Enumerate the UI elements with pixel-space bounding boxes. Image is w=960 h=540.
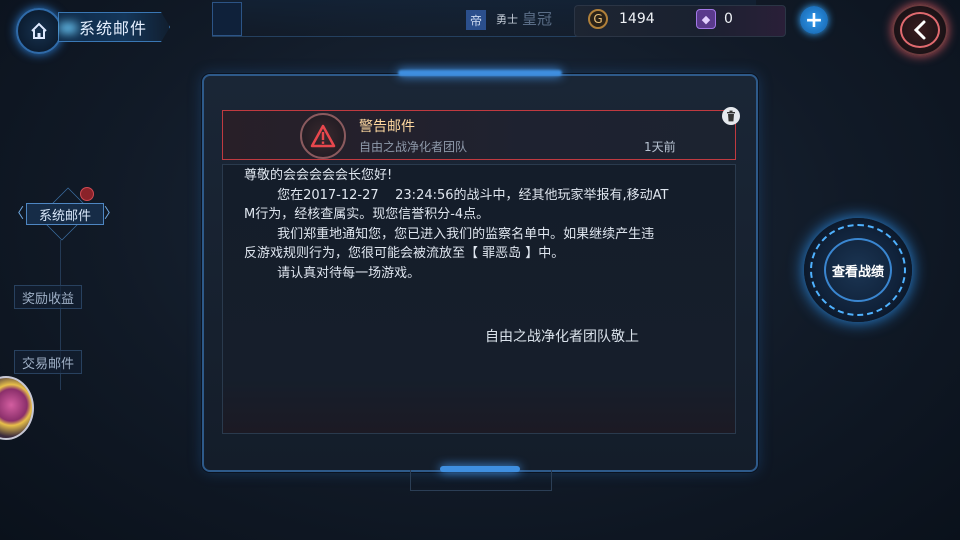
warning-icon xyxy=(310,124,336,148)
gem-icon: ◆ xyxy=(696,9,716,29)
rank-title-faded: 皇冠 xyxy=(522,10,553,28)
title-glow xyxy=(59,23,77,33)
gold-amount: 1494 xyxy=(619,11,655,27)
sidebar-item-label: 交易邮件 xyxy=(14,350,82,374)
rank-title: 勇士 xyxy=(496,13,518,26)
gold-coin-icon: G xyxy=(588,9,608,29)
mail-title: 警告邮件 xyxy=(359,119,415,135)
view-record-button[interactable]: 查看战绩 xyxy=(804,218,912,322)
sidebar-item-system-mail[interactable]: 系统邮件 xyxy=(20,187,108,241)
mail-time: 1天前 xyxy=(644,140,676,154)
page-title-tab: 系统邮件 xyxy=(58,12,170,42)
delete-mail-button[interactable] xyxy=(722,107,740,125)
home-button[interactable] xyxy=(16,8,62,54)
view-record-label: 查看战绩 xyxy=(831,264,884,280)
notification-dot xyxy=(80,187,94,201)
sidebar-item-label: 奖励收益 xyxy=(14,285,82,309)
warning-icon-frame xyxy=(300,113,346,159)
mail-signature: 自由之战净化者团队敬上 xyxy=(485,329,639,345)
hidden-button-behind-panel xyxy=(410,470,552,491)
sidebar-item-label: 系统邮件 xyxy=(26,203,104,225)
trash-icon xyxy=(727,110,735,122)
back-button[interactable] xyxy=(892,4,948,56)
page-title: 系统邮件 xyxy=(79,19,148,38)
gem-amount: 0 xyxy=(724,11,733,27)
mail-sender: 自由之战净化者团队 xyxy=(359,140,468,154)
chevron-right-icon: 〉 xyxy=(104,206,118,222)
panel-bottom-glow xyxy=(440,466,520,472)
panel-top-glow xyxy=(398,70,562,76)
mail-body-text: 尊敬的会会会会会长您好! 您在2017-12-27 23:24:56的战斗中，经… xyxy=(244,168,669,281)
plus-icon: + xyxy=(804,7,824,33)
add-currency-button[interactable]: + xyxy=(800,6,828,34)
home-icon xyxy=(31,22,47,39)
side-avatar-orb[interactable] xyxy=(0,376,34,440)
back-button-ring xyxy=(900,12,940,48)
rank-badge-icon: 帝 xyxy=(466,10,486,30)
